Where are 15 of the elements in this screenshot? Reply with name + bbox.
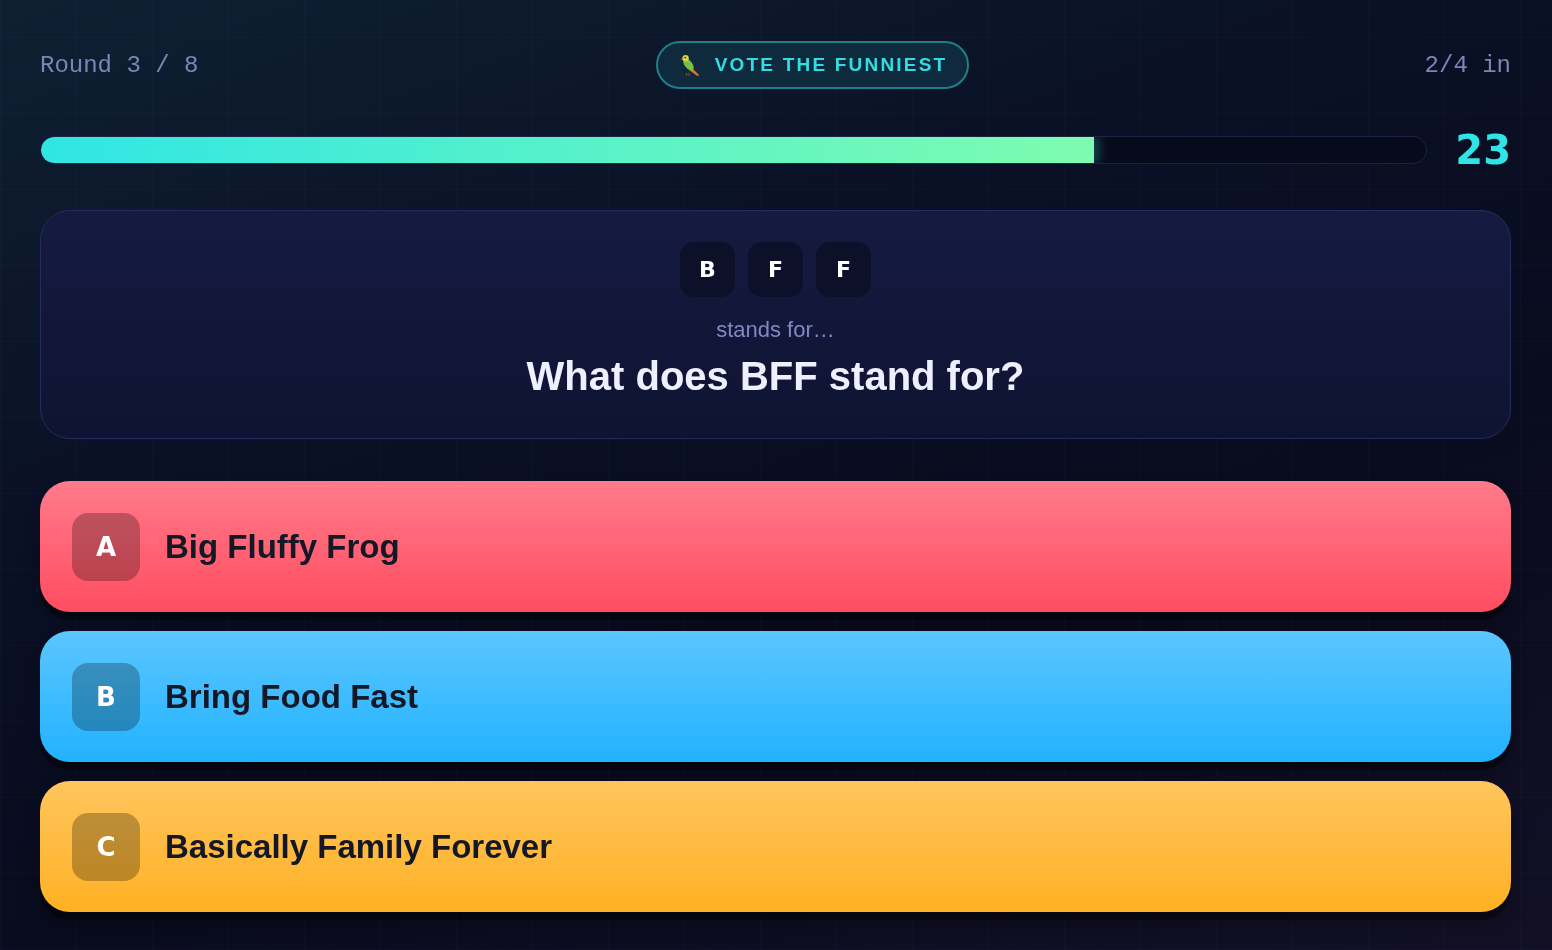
countdown-seconds: 23: [1454, 128, 1511, 172]
question-hint: stands for…: [716, 316, 835, 344]
answered-counter: 2/4 in: [1424, 51, 1511, 79]
phase-label: VOTE THE FUNNIEST: [714, 54, 948, 76]
letter-tile: F: [816, 242, 871, 297]
letter-tile: B: [680, 242, 735, 297]
round-counter: Round 3 / 8: [40, 51, 199, 79]
answer-option[interactable]: A Big Fluffy Frog: [40, 481, 1511, 612]
answer-option[interactable]: C Basically Family Forever: [40, 781, 1511, 912]
answer-letter: A: [72, 512, 140, 581]
answer-letter: C: [72, 812, 140, 881]
answer-option[interactable]: B Bring Food Fast: [40, 631, 1511, 762]
question-text: What does BFF stand for?: [526, 353, 1025, 400]
letter-tile: F: [748, 242, 803, 297]
answer-letter: B: [72, 662, 140, 731]
